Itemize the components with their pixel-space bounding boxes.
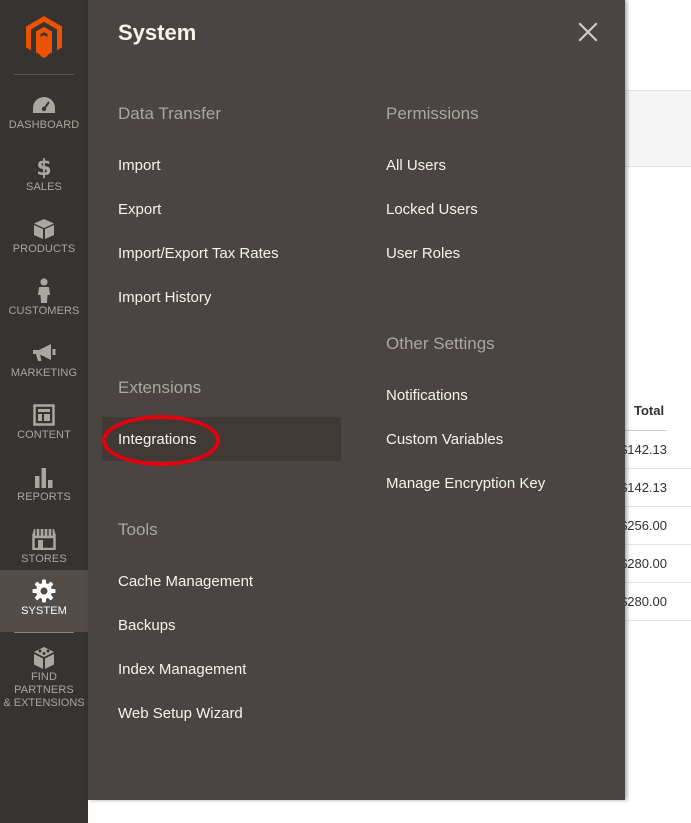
table-row: $142.13 <box>620 431 691 469</box>
box-icon <box>31 216 57 242</box>
gear-icon <box>31 578 57 604</box>
storefront-icon <box>31 526 57 552</box>
table-cell-total: $256.00 <box>620 518 667 533</box>
section-title-tools: Tools <box>118 520 158 539</box>
bar-chart-icon <box>31 464 57 490</box>
menu-link-user-roles[interactable]: User Roles <box>386 245 460 262</box>
panel-title: System <box>118 20 197 45</box>
nav-item-customers[interactable]: CUSTOMERS <box>0 270 88 332</box>
blocks-icon <box>31 646 57 670</box>
menu-link-export[interactable]: Export <box>118 201 161 218</box>
person-icon <box>31 278 57 304</box>
nav-item-marketing[interactable]: MARKETING <box>0 332 88 394</box>
dashboard-icon <box>31 92 57 118</box>
admin-sidebar: DASHBOARD $ SALES PRODUCTS CUSTOMERS MAR… <box>0 0 88 823</box>
menu-link-backups[interactable]: Backups <box>118 617 176 634</box>
section-title-data-transfer: Data Transfer <box>118 104 221 123</box>
menu-link-cache-management[interactable]: Cache Management <box>118 573 253 590</box>
table-row: $280.00 <box>620 583 691 621</box>
dollar-icon: $ <box>31 154 57 180</box>
nav-item-content[interactable]: CONTENT <box>0 394 88 456</box>
nav-item-label-line1: FIND PARTNERS <box>14 671 74 696</box>
nav-item-label: CONTENT <box>17 429 71 441</box>
menu-link-import[interactable]: Import <box>118 157 161 174</box>
page-header-band <box>625 90 691 167</box>
nav-item-find-partners[interactable]: FIND PARTNERS & EXTENSIONS <box>0 638 88 709</box>
table-row: $280.00 <box>620 545 691 583</box>
magento-logo-icon <box>26 16 62 58</box>
nav-item-label: STORES <box>21 553 67 565</box>
nav-item-system[interactable]: SYSTEM <box>0 570 88 632</box>
menu-link-custom-variables[interactable]: Custom Variables <box>386 431 503 448</box>
layout-icon <box>31 402 57 428</box>
table-row: $142.13 <box>620 469 691 507</box>
menu-link-integrations[interactable]: Integrations <box>118 431 196 448</box>
table-cell-total: $142.13 <box>620 442 667 457</box>
menu-link-all-users[interactable]: All Users <box>386 157 446 174</box>
nav-item-dashboard[interactable]: DASHBOARD <box>0 84 88 146</box>
nav-item-label: SALES <box>26 181 62 193</box>
nav-item-label: SYSTEM <box>21 605 67 617</box>
system-menu-panel: System Data Transfer Import Export Impor… <box>88 0 625 800</box>
table-row: $256.00 <box>620 507 691 545</box>
column-header-total: Total <box>634 403 665 418</box>
menu-link-notifications[interactable]: Notifications <box>386 387 468 404</box>
close-panel-button[interactable] <box>574 18 602 46</box>
magento-logo[interactable] <box>0 0 88 74</box>
menu-link-import-export-tax-rates[interactable]: Import/Export Tax Rates <box>118 245 279 262</box>
close-icon <box>578 22 598 42</box>
nav-item-label: PRODUCTS <box>12 243 76 255</box>
nav-item-products[interactable]: PRODUCTS <box>0 208 88 270</box>
nav-item-label: CUSTOMERS <box>8 305 80 317</box>
nav-item-label: REPORTS <box>17 491 71 503</box>
nav-item-label-line2: & EXTENSIONS <box>3 697 85 709</box>
menu-link-manage-encryption-key[interactable]: Manage Encryption Key <box>386 475 545 492</box>
table-cell-total: $280.00 <box>620 594 667 609</box>
megaphone-icon <box>31 340 57 366</box>
section-title-extensions: Extensions <box>118 378 202 397</box>
svg-text:$: $ <box>36 156 51 179</box>
table-cell-total: $280.00 <box>620 556 667 571</box>
section-title-permissions: Permissions <box>386 104 479 123</box>
section-title-other-settings: Other Settings <box>386 334 495 353</box>
menu-link-index-management[interactable]: Index Management <box>118 661 246 678</box>
table-cell-total: $142.13 <box>620 480 667 495</box>
menu-link-web-setup-wizard[interactable]: Web Setup Wizard <box>118 705 243 722</box>
active-item-divider <box>14 632 74 633</box>
menu-link-locked-users[interactable]: Locked Users <box>386 201 478 218</box>
menu-link-import-history[interactable]: Import History <box>118 289 211 306</box>
nav-item-sales[interactable]: $ SALES <box>0 146 88 208</box>
logo-divider <box>14 74 74 75</box>
nav-item-label: MARKETING <box>10 367 78 379</box>
nav-item-reports[interactable]: REPORTS <box>0 456 88 518</box>
nav-item-label: DASHBOARD <box>8 119 80 131</box>
